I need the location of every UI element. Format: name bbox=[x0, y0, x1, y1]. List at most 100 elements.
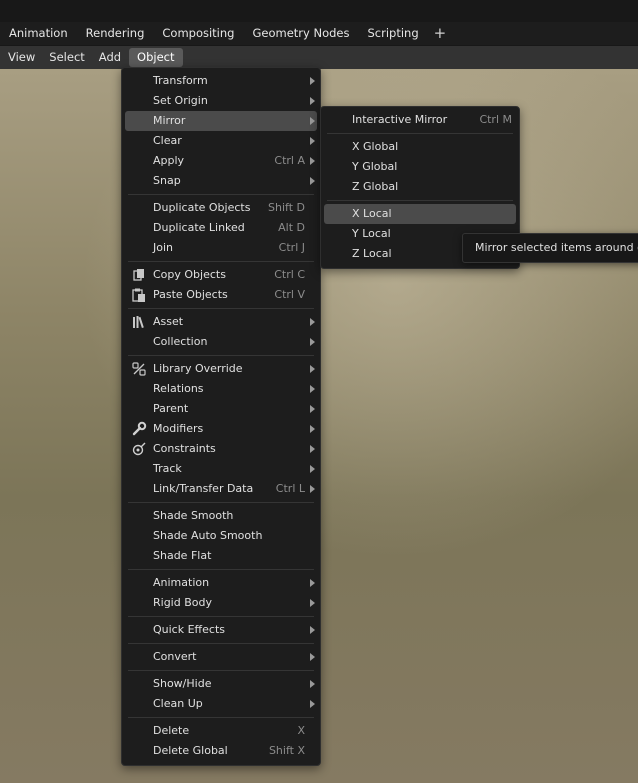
menu-item-animation[interactable]: Animation bbox=[125, 573, 317, 593]
menu-item-label: Y Local bbox=[352, 227, 391, 240]
menu-item-x-global[interactable]: X Global bbox=[324, 137, 516, 157]
menu-item-library-override[interactable]: Library Override bbox=[125, 359, 317, 379]
menu-item-label: Transform bbox=[153, 74, 208, 87]
menu-item-set-origin[interactable]: Set Origin bbox=[125, 91, 317, 111]
menu-item-convert[interactable]: Convert bbox=[125, 647, 317, 667]
menu-item-shade-flat[interactable]: Shade Flat bbox=[125, 546, 317, 566]
menu-item-clean-up[interactable]: Clean Up bbox=[125, 694, 317, 714]
tab-compositing[interactable]: Compositing bbox=[153, 22, 243, 45]
menu-item-quick-effects[interactable]: Quick Effects bbox=[125, 620, 317, 640]
submenu-arrow-icon bbox=[310, 365, 315, 373]
menu-item-shortcut: Ctrl V bbox=[274, 288, 305, 301]
menu-item-shortcut: Shift D bbox=[268, 201, 305, 214]
menu-item-duplicate-linked[interactable]: Duplicate Linked Alt D bbox=[125, 218, 317, 238]
tab-rendering[interactable]: Rendering bbox=[77, 22, 154, 45]
menu-item-label: Copy Objects bbox=[153, 268, 226, 281]
menu-separator bbox=[128, 643, 314, 644]
menu-item-modifiers[interactable]: Modifiers bbox=[125, 419, 317, 439]
menu-item-interactive-mirror[interactable]: Interactive Mirror Ctrl M bbox=[324, 110, 516, 130]
menu-item-label: Constraints bbox=[153, 442, 216, 455]
menu-item-label: Show/Hide bbox=[153, 677, 212, 690]
menu-item-copy-objects[interactable]: Copy Objects Ctrl C bbox=[125, 265, 317, 285]
menu-item-delete[interactable]: Delete X bbox=[125, 721, 317, 741]
menu-item-shortcut: Alt D bbox=[278, 221, 305, 234]
menu-item-label: Mirror bbox=[153, 114, 186, 127]
menu-item-label: Rigid Body bbox=[153, 596, 212, 609]
menu-view[interactable]: View bbox=[0, 48, 43, 67]
submenu-arrow-icon bbox=[310, 599, 315, 607]
menu-separator bbox=[128, 717, 314, 718]
menu-item-label: Link/Transfer Data bbox=[153, 482, 254, 495]
menu-item-label: Collection bbox=[153, 335, 208, 348]
menu-item-apply[interactable]: Apply Ctrl A bbox=[125, 151, 317, 171]
menu-item-shortcut: Ctrl L bbox=[275, 482, 305, 495]
menu-separator bbox=[128, 502, 314, 503]
menu-item-transform[interactable]: Transform bbox=[125, 71, 317, 91]
object-menu-dropdown: Transform Set Origin Mirror Clear Apply C… bbox=[121, 67, 321, 766]
menu-item-label: Set Origin bbox=[153, 94, 208, 107]
menu-item-shortcut: Ctrl J bbox=[278, 241, 305, 254]
submenu-arrow-icon bbox=[310, 445, 315, 453]
menu-separator bbox=[128, 261, 314, 262]
menu-item-shortcut: X bbox=[297, 724, 305, 737]
submenu-arrow-icon bbox=[310, 318, 315, 326]
tooltip: Mirror selected items around on bbox=[462, 233, 638, 263]
menu-item-label: Modifiers bbox=[153, 422, 204, 435]
workspace-tab-bar: Animation Rendering Compositing Geometry… bbox=[0, 22, 638, 45]
submenu-arrow-icon bbox=[310, 653, 315, 661]
menu-object[interactable]: Object bbox=[129, 48, 183, 67]
paste-icon bbox=[132, 288, 145, 302]
submenu-arrow-icon bbox=[310, 338, 315, 346]
menu-separator bbox=[327, 133, 513, 134]
menu-item-label: Duplicate Objects bbox=[153, 201, 251, 214]
menu-separator bbox=[128, 355, 314, 356]
menu-item-label: Clear bbox=[153, 134, 182, 147]
tab-geometry-nodes[interactable]: Geometry Nodes bbox=[243, 22, 358, 45]
menu-item-clear[interactable]: Clear bbox=[125, 131, 317, 151]
menu-select[interactable]: Select bbox=[41, 48, 92, 67]
menu-item-constraints[interactable]: Constraints bbox=[125, 439, 317, 459]
menu-item-track[interactable]: Track bbox=[125, 459, 317, 479]
submenu-arrow-icon bbox=[310, 177, 315, 185]
menu-item-y-global[interactable]: Y Global bbox=[324, 157, 516, 177]
menu-item-shade-smooth[interactable]: Shade Smooth bbox=[125, 506, 317, 526]
menu-item-label: X Global bbox=[352, 140, 399, 153]
menu-item-paste-objects[interactable]: Paste Objects Ctrl V bbox=[125, 285, 317, 305]
menu-add[interactable]: Add bbox=[91, 48, 129, 67]
menu-item-show-hide[interactable]: Show/Hide bbox=[125, 674, 317, 694]
menu-separator bbox=[128, 569, 314, 570]
menu-item-asset[interactable]: Asset bbox=[125, 312, 317, 332]
submenu-arrow-icon bbox=[310, 465, 315, 473]
tab-scripting[interactable]: Scripting bbox=[358, 22, 427, 45]
menu-item-z-global[interactable]: Z Global bbox=[324, 177, 516, 197]
menu-item-join[interactable]: Join Ctrl J bbox=[125, 238, 317, 258]
menu-item-relations[interactable]: Relations bbox=[125, 379, 317, 399]
constraint-icon bbox=[132, 442, 146, 456]
menu-item-delete-global[interactable]: Delete Global Shift X bbox=[125, 741, 317, 761]
menu-item-duplicate-objects[interactable]: Duplicate Objects Shift D bbox=[125, 198, 317, 218]
menu-separator bbox=[128, 670, 314, 671]
menu-item-label: Interactive Mirror bbox=[352, 113, 448, 126]
menu-item-label: Clean Up bbox=[153, 697, 203, 710]
menu-item-mirror[interactable]: Mirror bbox=[125, 111, 317, 131]
menu-item-collection[interactable]: Collection bbox=[125, 332, 317, 352]
menu-item-shortcut: Ctrl M bbox=[479, 113, 512, 126]
submenu-arrow-icon bbox=[310, 680, 315, 688]
submenu-arrow-icon bbox=[310, 579, 315, 587]
menu-item-shade-auto-smooth[interactable]: Shade Auto Smooth bbox=[125, 526, 317, 546]
menu-item-snap[interactable]: Snap bbox=[125, 171, 317, 191]
menu-item-label: Join bbox=[153, 241, 174, 254]
tooltip-text: Mirror selected items around on bbox=[475, 241, 638, 254]
submenu-arrow-icon bbox=[310, 405, 315, 413]
menu-item-rigid-body[interactable]: Rigid Body bbox=[125, 593, 317, 613]
submenu-arrow-icon bbox=[310, 485, 315, 493]
tab-animation[interactable]: Animation bbox=[0, 22, 77, 45]
menu-item-x-local[interactable]: X Local bbox=[324, 204, 516, 224]
menu-item-link-transfer-data[interactable]: Link/Transfer Data Ctrl L bbox=[125, 479, 317, 499]
add-workspace-button[interactable]: + bbox=[428, 22, 453, 45]
menu-item-parent[interactable]: Parent bbox=[125, 399, 317, 419]
menu-item-shortcut: Ctrl C bbox=[274, 268, 305, 281]
menu-item-label: Relations bbox=[153, 382, 204, 395]
menu-item-shortcut: Ctrl A bbox=[274, 154, 305, 167]
library-override-icon bbox=[132, 362, 146, 376]
